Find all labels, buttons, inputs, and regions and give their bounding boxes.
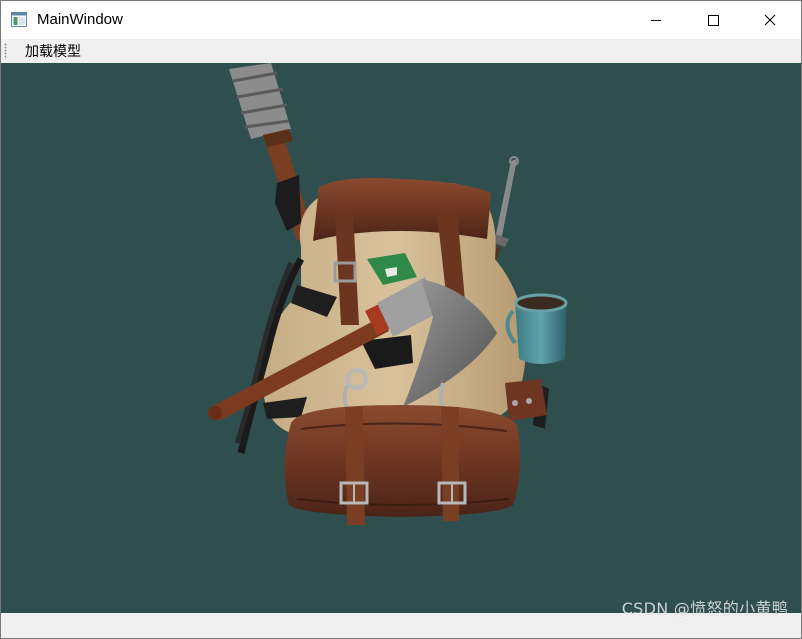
opengl-viewport[interactable] xyxy=(1,63,801,613)
title-bar[interactable]: MainWindow xyxy=(1,1,801,39)
window-title: MainWindow xyxy=(37,11,123,28)
minimize-button[interactable] xyxy=(633,1,679,39)
dagger xyxy=(495,159,517,241)
backpack-bottom-pouch xyxy=(284,405,521,517)
menu-item-load-model[interactable]: 加载模型 xyxy=(19,39,87,63)
minimize-icon xyxy=(651,20,661,21)
app-window-icon xyxy=(11,12,27,27)
maximize-button[interactable] xyxy=(690,1,736,39)
menu-bar: 加载模型 xyxy=(1,39,801,63)
watermark-text: CSDN @愤怒的小黄鸭 xyxy=(621,599,788,618)
torch-head xyxy=(229,63,291,139)
close-icon xyxy=(764,14,776,26)
close-button[interactable] xyxy=(747,1,793,39)
maximize-icon xyxy=(708,15,719,26)
main-window: MainWindow 加载模型 xyxy=(0,0,802,639)
backpack-model-render xyxy=(208,63,568,525)
toolbar-grip-handle[interactable] xyxy=(4,43,7,59)
